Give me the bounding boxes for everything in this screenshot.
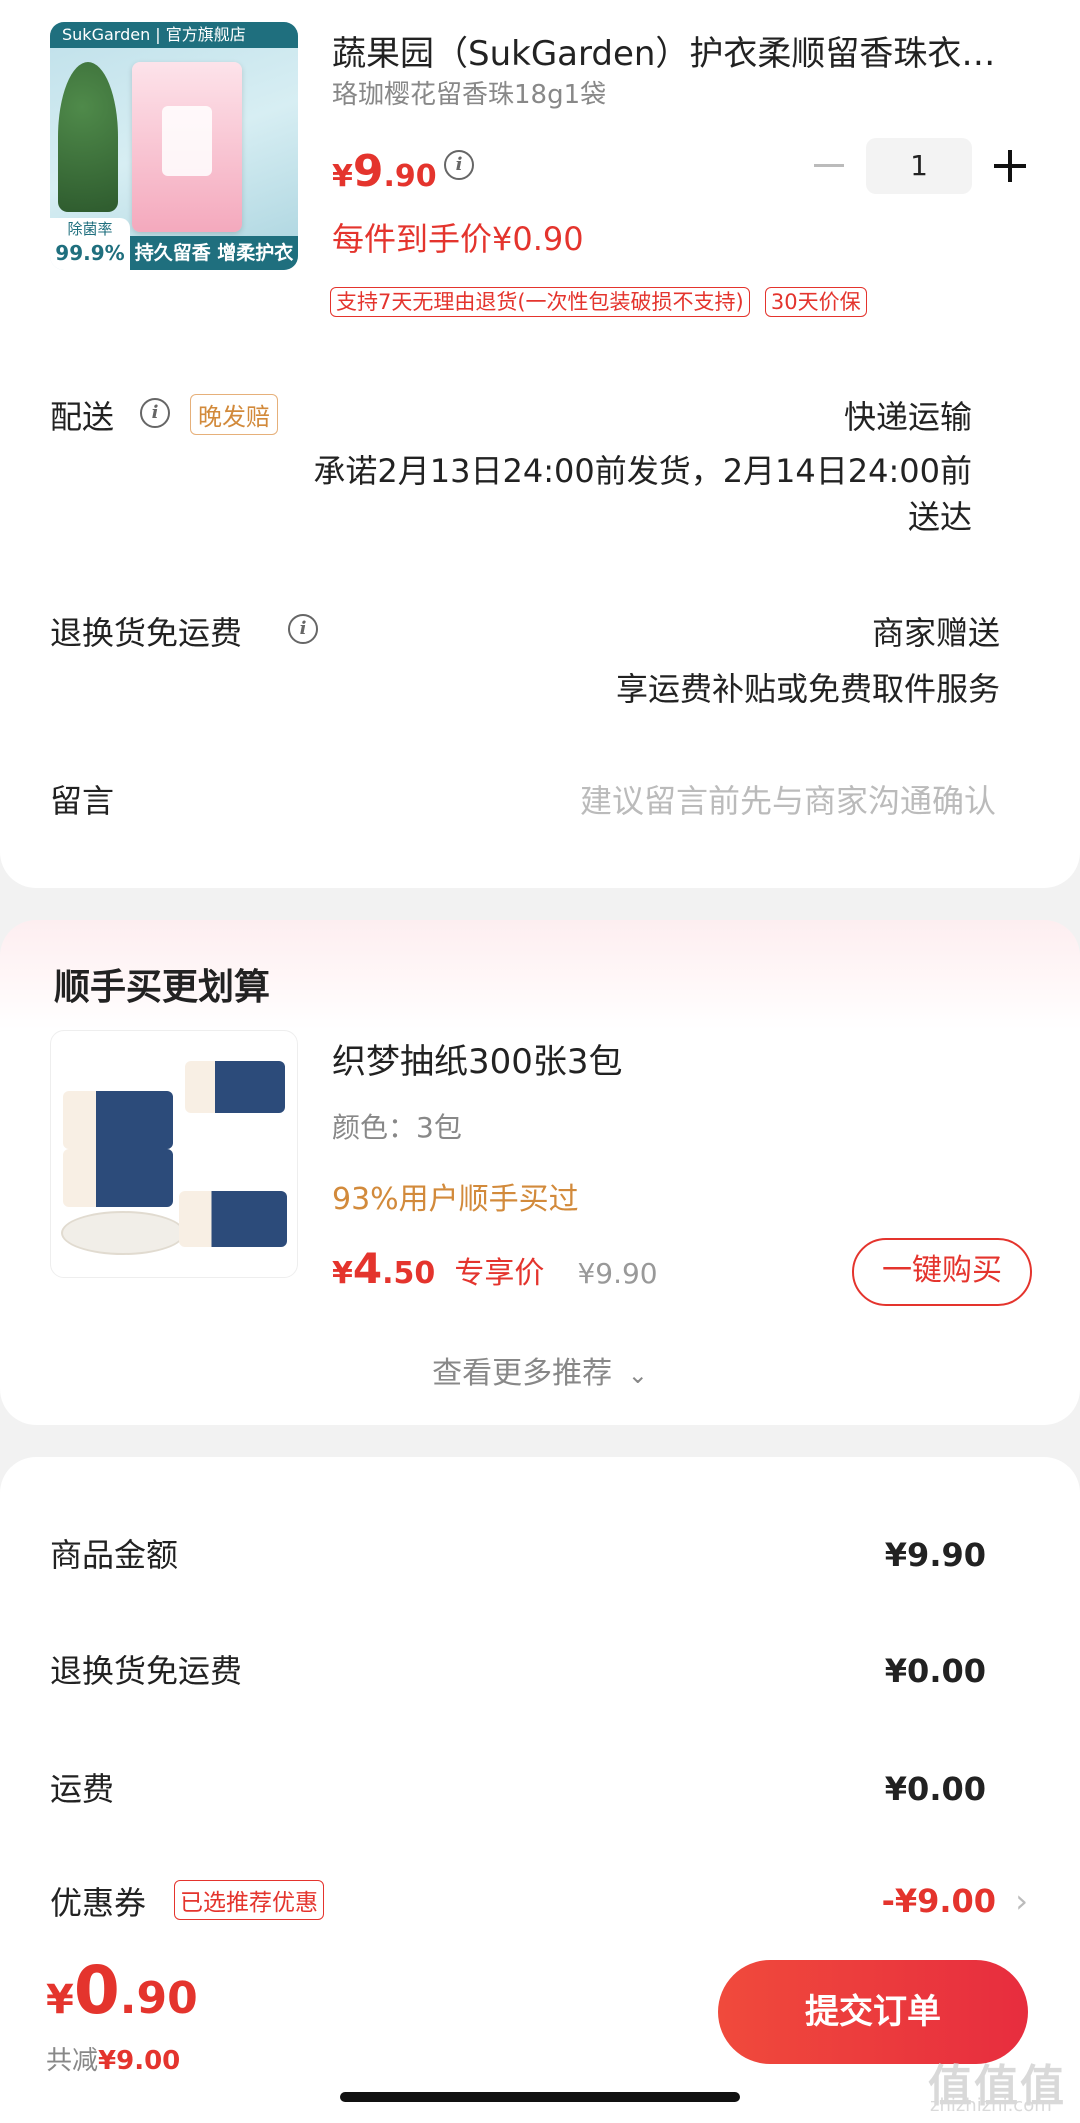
delivery-promise-cont: 送达 xyxy=(907,498,972,536)
image-rate-label: 除菌率 xyxy=(67,220,113,238)
service-tags: 支持7天无理由退货(一次性包装破损不支持) 30天价保 xyxy=(330,286,867,317)
recommend-price-int: 4 xyxy=(352,1244,383,1293)
summary-row-label: 退换货免运费 xyxy=(50,1652,243,1690)
return-shipping-desc: 享运费补贴或免费取件服务 xyxy=(615,670,1000,708)
tissue-pack-1 xyxy=(63,1091,173,1149)
submit-order-button[interactable]: 提交订单 xyxy=(718,1960,1028,2064)
recommend-item-spec: 颜色：3包 xyxy=(332,1111,462,1144)
delivery-info-icon[interactable]: i xyxy=(140,398,170,428)
recommend-price-symbol: ¥ xyxy=(332,1256,353,1291)
coupon-selected-tag: 已选推荐优惠 xyxy=(174,1880,324,1920)
chevron-right-icon: › xyxy=(1015,1882,1028,1920)
summary-row-value: ¥0.00 xyxy=(884,1770,986,1808)
watermark-url: zhizhizhi.com xyxy=(930,2095,1052,2116)
product-title[interactable]: 蔬果园（SukGarden）护衣柔顺留香珠衣… xyxy=(332,26,1032,75)
total-price-int: 0 xyxy=(73,1952,120,2029)
return-shipping-value: 商家赠送 xyxy=(871,614,1000,652)
bottle-illustration xyxy=(162,106,212,176)
delivery-label: 配送 xyxy=(50,398,115,436)
final-price: 每件到手价¥0.90 xyxy=(332,220,584,258)
image-rate-value: 99.9% xyxy=(55,241,125,265)
quantity-plus-button[interactable] xyxy=(992,146,1028,186)
return-shipping-info-icon[interactable]: i xyxy=(288,614,318,644)
delivery-method[interactable]: 快递运输 xyxy=(844,392,972,438)
price-int: 9 xyxy=(352,146,384,197)
quantity-input[interactable]: 1 xyxy=(866,138,972,194)
recommend-item-image[interactable] xyxy=(50,1030,298,1278)
product-spec[interactable]: 珞珈樱花留香珠18g1袋 xyxy=(332,74,606,111)
price-dec: .90 xyxy=(383,159,437,194)
tissue-pack-2 xyxy=(63,1149,173,1207)
recommend-price-label: 专享价 xyxy=(454,1256,545,1291)
dish-decoration xyxy=(61,1211,185,1255)
image-brand: SukGarden | 官方旗舰店 xyxy=(50,22,298,48)
plant-decoration xyxy=(58,62,118,212)
summary-row-value: ¥0.00 xyxy=(884,1652,986,1690)
coupon-amount: -¥9.00 xyxy=(881,1882,997,1920)
price-symbol: ¥ xyxy=(332,159,353,194)
more-recommend-link[interactable]: 查看更多推荐 ⌄ xyxy=(0,1348,1080,1392)
recommend-title: 顺手买更划算 xyxy=(54,967,271,1008)
return-policy-tag: 支持7天无理由退货(一次性包装破损不支持) xyxy=(330,287,750,317)
one-click-buy-button[interactable]: 一键购买 xyxy=(852,1238,1032,1306)
home-indicator[interactable] xyxy=(340,2092,740,2102)
price-info-icon[interactable]: i xyxy=(444,150,474,180)
price-protect-tag: 30天价保 xyxy=(764,287,867,317)
image-rate: 除菌率 99.9% xyxy=(50,218,130,270)
more-recommend-label: 查看更多推荐 xyxy=(432,1356,613,1391)
coupon-label: 优惠券 xyxy=(50,1884,147,1922)
delivery-promise: 承诺2月13日24:00前发货，2月14日24:00前 xyxy=(313,452,972,490)
message-label: 留言 xyxy=(50,782,115,820)
total-price: ¥0.90 xyxy=(46,1952,198,2029)
quantity-minus-button[interactable] xyxy=(812,146,846,186)
reduction-value: ¥9.00 xyxy=(98,2046,181,2076)
total-price-symbol: ¥ xyxy=(46,1977,74,2023)
recommend-original-price: ¥9.90 xyxy=(577,1257,658,1290)
total-price-dec: .90 xyxy=(119,1973,198,2024)
reduction-label: 共减 xyxy=(46,2046,99,2076)
recommend-price-dec: .50 xyxy=(382,1256,436,1291)
recommend-price: ¥4.50 专享价 ¥9.90 xyxy=(332,1244,658,1293)
tissue-pack-4 xyxy=(179,1191,287,1247)
product-price: ¥9.90 xyxy=(332,146,437,197)
image-slogan: 持久留香 增柔护衣 xyxy=(130,236,298,270)
tissue-pack-3 xyxy=(185,1061,285,1113)
summary-row-label: 运费 xyxy=(50,1770,115,1808)
product-image[interactable]: SukGarden | 官方旗舰店 除菌率 99.9% 持久留香 增柔护衣 xyxy=(50,22,298,270)
recommend-item-hint: 93%用户顺手买过 xyxy=(332,1182,579,1217)
return-shipping-label: 退换货免运费 xyxy=(50,614,243,652)
coupon-value[interactable]: -¥9.00 › xyxy=(882,1882,1028,1920)
message-input[interactable]: 建议留言前先与商家沟通确认 xyxy=(580,776,996,822)
summary-row-value: ¥9.90 xyxy=(884,1536,986,1574)
summary-row-label: 商品金额 xyxy=(50,1536,179,1574)
recommend-item-name[interactable]: 织梦抽纸300张3包 xyxy=(332,1034,623,1083)
chevron-down-icon: ⌄ xyxy=(627,1361,648,1389)
late-compensation-tag[interactable]: 晚发赔 xyxy=(190,394,278,435)
total-reduction: 共减¥9.00 xyxy=(46,2040,180,2077)
